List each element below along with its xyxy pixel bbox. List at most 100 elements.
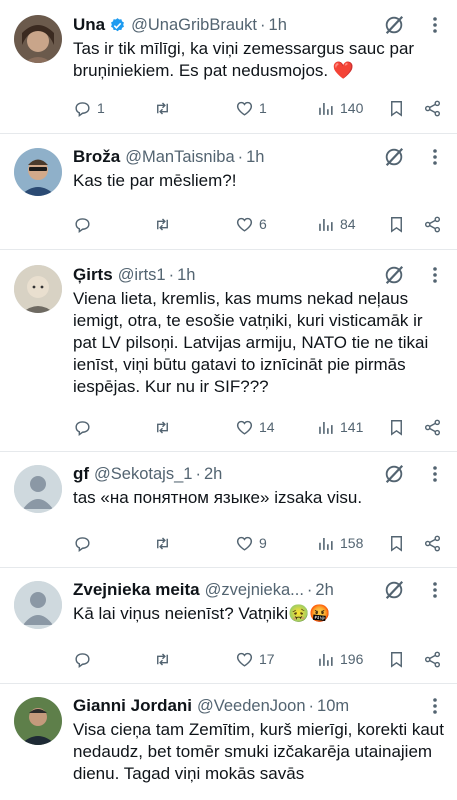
retweet-icon bbox=[157, 536, 168, 550]
separator-dot: · bbox=[308, 696, 315, 715]
tweet-text: Tas ir tik mīlīgi, ka viņi zemessargus s… bbox=[73, 39, 415, 80]
bookmark-icon bbox=[391, 100, 402, 117]
timestamp[interactable]: 1h bbox=[177, 266, 195, 285]
view-count: 84 bbox=[340, 216, 356, 232]
handle[interactable]: @zvejnieka... bbox=[205, 581, 304, 600]
reply-button[interactable] bbox=[73, 418, 97, 437]
bookmark-button[interactable] bbox=[387, 215, 406, 234]
grok-icon[interactable] bbox=[383, 463, 405, 485]
like-button[interactable]: 6 bbox=[235, 215, 267, 234]
reply-button[interactable] bbox=[73, 215, 97, 234]
timestamp[interactable]: 2h bbox=[315, 581, 333, 600]
tweet[interactable]: gf @Sekotajs_1 · 2h tas «на понятном язы… bbox=[0, 452, 457, 568]
display-name[interactable]: Ģirts bbox=[73, 265, 113, 285]
bookmark-icon bbox=[391, 651, 402, 668]
avatar[interactable] bbox=[14, 581, 62, 629]
avatar[interactable] bbox=[14, 465, 62, 513]
like-count: 1 bbox=[259, 100, 267, 116]
bookmark-button[interactable] bbox=[387, 99, 406, 118]
grok-icon[interactable] bbox=[383, 264, 405, 286]
timestamp[interactable]: 1h bbox=[246, 148, 264, 167]
reply-button[interactable] bbox=[73, 650, 97, 669]
avatar[interactable] bbox=[14, 697, 62, 745]
like-button[interactable]: 9 bbox=[235, 534, 267, 553]
handle[interactable]: @UnaGribBraukt bbox=[131, 16, 257, 35]
tweet-feed: Una @UnaGribBraukt · 1h Tas ir tik mīlīg… bbox=[0, 0, 457, 800]
reply-button[interactable]: 1 bbox=[73, 99, 105, 118]
timestamp[interactable]: 1h bbox=[269, 16, 287, 35]
display-name[interactable]: Zvejnieka meita bbox=[73, 580, 200, 600]
display-name[interactable]: Gianni Jordani bbox=[73, 696, 192, 716]
display-name[interactable]: Broža bbox=[73, 147, 120, 167]
views-button[interactable]: 140 bbox=[316, 99, 363, 118]
share-icon bbox=[424, 419, 441, 435]
reply-button[interactable] bbox=[73, 534, 97, 553]
retweet-button[interactable] bbox=[153, 534, 177, 553]
retweet-icon bbox=[157, 217, 168, 231]
share-button[interactable] bbox=[423, 534, 442, 553]
avatar[interactable] bbox=[14, 15, 62, 63]
grok-icon[interactable] bbox=[383, 146, 405, 168]
tweet[interactable]: Broža @ManTaisniba · 1h Kas tie par mēsl… bbox=[0, 134, 457, 250]
tweet[interactable]: Una @UnaGribBraukt · 1h Tas ir tik mīlīg… bbox=[0, 0, 457, 134]
retweet-icon bbox=[157, 101, 168, 115]
more-options-icon[interactable] bbox=[425, 146, 445, 168]
tweet-header: Una @UnaGribBraukt · 1h bbox=[73, 14, 445, 36]
more-options-icon[interactable] bbox=[425, 463, 445, 485]
share-button[interactable] bbox=[423, 215, 442, 234]
more-options-icon[interactable] bbox=[425, 695, 445, 717]
heart-icon bbox=[236, 652, 253, 667]
like-count: 17 bbox=[259, 651, 275, 667]
tweet-text: Kas tie par mēsliem?! bbox=[73, 171, 237, 190]
share-button[interactable] bbox=[423, 418, 442, 437]
retweet-button[interactable] bbox=[153, 215, 177, 234]
retweet-button[interactable] bbox=[153, 418, 177, 437]
share-icon bbox=[424, 535, 441, 551]
bookmark-button[interactable] bbox=[387, 418, 406, 437]
like-count: 14 bbox=[259, 419, 275, 435]
avatar[interactable] bbox=[14, 265, 62, 313]
handle[interactable]: @irts1 bbox=[118, 266, 166, 285]
views-button[interactable]: 196 bbox=[316, 650, 363, 669]
display-name[interactable]: gf bbox=[73, 464, 89, 484]
tweet[interactable]: Gianni Jordani @VeedenJoon · 10m Visa ci… bbox=[0, 684, 457, 800]
share-button[interactable] bbox=[423, 650, 442, 669]
more-options-icon[interactable] bbox=[425, 264, 445, 286]
retweet-button[interactable] bbox=[153, 650, 177, 669]
share-button[interactable] bbox=[423, 99, 442, 118]
tweet[interactable]: Ģirts @irts1 · 1h Viena lieta, kremlis, … bbox=[0, 250, 457, 452]
tweet-text: Visa cieņa tam Zemītim, kurš mierīgi, ko… bbox=[73, 720, 444, 783]
view-count: 158 bbox=[340, 535, 364, 551]
grok-icon[interactable] bbox=[383, 579, 405, 601]
timestamp[interactable]: 2h bbox=[204, 465, 222, 484]
display-name[interactable]: Una bbox=[73, 15, 105, 35]
reply-icon bbox=[75, 652, 90, 668]
tweet-text: Viena lieta, kremlis, kas mums nekad neļ… bbox=[73, 289, 429, 396]
verified-badge-icon bbox=[111, 17, 125, 31]
handle[interactable]: @ManTaisniba bbox=[125, 148, 234, 167]
heart-icon bbox=[236, 420, 253, 435]
views-button[interactable]: 141 bbox=[316, 418, 363, 437]
views-button[interactable]: 84 bbox=[316, 215, 356, 234]
view-count: 141 bbox=[340, 419, 364, 435]
avatar[interactable] bbox=[14, 148, 62, 196]
retweet-button[interactable] bbox=[153, 99, 177, 118]
views-button[interactable]: 158 bbox=[316, 534, 363, 553]
handle[interactable]: @Sekotajs_1 bbox=[94, 465, 192, 484]
separator-dot: · bbox=[195, 464, 201, 483]
reply-icon bbox=[75, 536, 90, 552]
like-count: 6 bbox=[259, 216, 267, 232]
tweet[interactable]: Zvejnieka meita @zvejnieka... · 2h Kā la… bbox=[0, 568, 457, 684]
share-icon bbox=[424, 100, 441, 116]
bookmark-button[interactable] bbox=[387, 650, 406, 669]
like-button[interactable]: 14 bbox=[235, 418, 275, 437]
more-options-icon[interactable] bbox=[425, 14, 445, 36]
like-button[interactable]: 17 bbox=[235, 650, 275, 669]
tweet-header: Gianni Jordani @VeedenJoon · 10m bbox=[73, 695, 445, 717]
handle[interactable]: @VeedenJoon bbox=[197, 697, 306, 716]
like-button[interactable]: 1 bbox=[235, 99, 267, 118]
more-options-icon[interactable] bbox=[425, 579, 445, 601]
timestamp[interactable]: 10m bbox=[317, 697, 349, 716]
grok-icon[interactable] bbox=[383, 14, 405, 36]
bookmark-button[interactable] bbox=[387, 534, 406, 553]
